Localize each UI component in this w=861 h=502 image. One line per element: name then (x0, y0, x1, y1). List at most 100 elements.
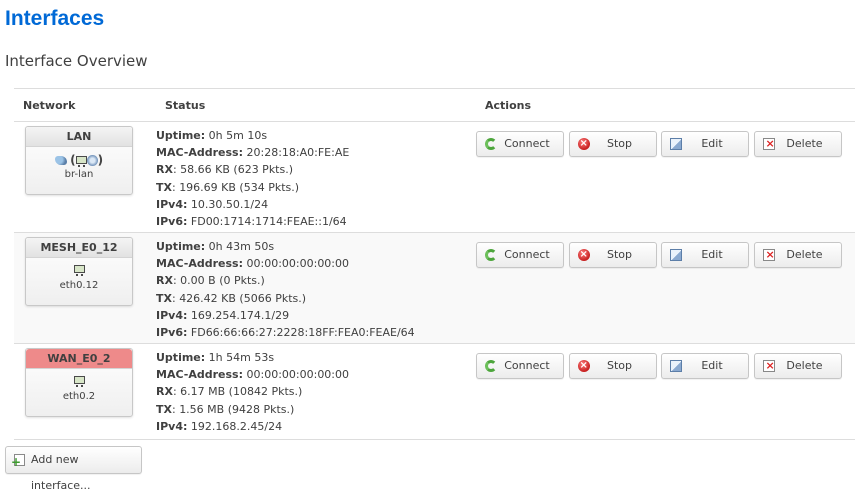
stop-label: Stop (606, 359, 632, 372)
ipv6-label: IPv6: (156, 215, 188, 229)
edit-label: Edit (701, 137, 723, 150)
ipv4-label: IPv4: (156, 419, 188, 433)
wifi-icon (86, 154, 98, 166)
stop-button[interactable]: Stop (568, 242, 657, 268)
network-device: eth0.2 (62, 391, 96, 402)
mac-line: MAC-Address: 00:00:00:00:00:00 (156, 366, 476, 383)
edit-button[interactable]: Edit (661, 242, 749, 268)
tx-line: TX: 426.42 KB (5066 Pkts.) (156, 291, 307, 305)
ethernet-icon (73, 376, 85, 387)
network-cell: WAN_E0_2 eth0.2 (14, 343, 156, 440)
ipv4-line: IPv4: 192.168.2.45/24 (156, 418, 476, 435)
status-cell: Uptime: 1h 54m 53s MAC-Address: 00:00:00… (156, 343, 476, 440)
edit-icon (670, 138, 682, 150)
network-icons (26, 258, 132, 280)
rx-value: 58.66 KB (623 Pkts.) (180, 163, 294, 177)
delete-button[interactable]: Delete (753, 353, 842, 379)
network-box-wan: WAN_E0_2 eth0.2 (25, 348, 133, 417)
interfaces-table: Network Status Actions LAN () br-lan Upt… (14, 88, 855, 440)
mac-label: MAC-Address: (156, 146, 243, 160)
tx-label: TX (156, 180, 172, 194)
uptime-label: Uptime: (156, 351, 206, 364)
delete-button[interactable]: Delete (753, 131, 842, 157)
delete-icon (762, 138, 775, 150)
connect-label: Connect (504, 248, 550, 261)
network-device: eth0.12 (59, 280, 99, 291)
mac-value: 00:00:00:00:00:00 (246, 368, 350, 382)
delete-label: Delete (786, 137, 823, 150)
stop-button[interactable]: Stop (568, 131, 657, 157)
rx-line: RX: 58.66 KB (623 Pkts.) (156, 163, 294, 177)
connect-label: Connect (504, 359, 550, 372)
uptime-line: Uptime: 0h 5m 10s (156, 127, 476, 144)
network-icons: () (26, 147, 132, 169)
add-icon (11, 449, 25, 475)
mac-label: MAC-Address: (156, 257, 243, 271)
ipv4-line: IPv4: 169.254.174.1/29 (156, 307, 476, 324)
tx-label: TX (156, 291, 172, 305)
rx-value: 6.17 MB (10842 Pkts.) (180, 385, 303, 399)
ipv4-value: 169.254.174.1/29 (190, 308, 290, 322)
actions-cell: Connect Stop Edit Delete (476, 121, 855, 233)
stop-icon (577, 249, 590, 261)
ipv4-label: IPv4: (156, 308, 188, 322)
uptime-line: Uptime: 1h 54m 53s (156, 349, 476, 366)
refresh-icon (485, 360, 497, 372)
network-cell: LAN () br-lan (14, 121, 156, 233)
network-box-mesh: MESH_E0_12 eth0.12 (25, 237, 133, 306)
delete-icon (762, 360, 775, 372)
network-name: MESH_E0_12 (26, 238, 132, 258)
add-new-interface-button[interactable]: Add new interface... (5, 446, 142, 492)
table-row: WAN_E0_2 eth0.2 Uptime: 1h 54m 53s MAC-A… (14, 343, 855, 440)
network-cell: MESH_E0_12 eth0.12 (14, 232, 156, 344)
rx-label: RX (156, 163, 173, 177)
refresh-icon (485, 249, 497, 261)
status-cell: Uptime: 0h 43m 50s MAC-Address: 00:00:00… (156, 232, 476, 344)
rx-label: RX (156, 385, 173, 399)
mac-line: MAC-Address: 20:28:18:A0:FE:AE (156, 144, 476, 161)
edit-icon (670, 249, 682, 261)
ipv4-value: 192.168.2.45/24 (190, 419, 283, 433)
stop-icon (577, 360, 590, 372)
uptime-label: Uptime: (156, 129, 206, 142)
header-actions: Actions (476, 88, 855, 122)
edit-label: Edit (701, 359, 723, 372)
tx-value: 1.56 MB (9428 Pkts.) (179, 402, 295, 416)
tx-label: TX (156, 402, 172, 416)
network-icons (26, 369, 132, 391)
uptime-value: 0h 43m 50s (208, 240, 275, 253)
rx-line: RX: 6.17 MB (10842 Pkts.) (156, 385, 303, 399)
rx-value: 0.00 B (0 Pkts.) (180, 274, 265, 288)
header-network: Network (14, 88, 156, 122)
stop-button[interactable]: Stop (568, 353, 657, 379)
uptime-value: 1h 54m 53s (208, 351, 275, 364)
ipv6-line: IPv6: FD66:66:66:27:2228:18FF:FEA0:FEAE/… (156, 324, 476, 341)
bridge-icon (54, 155, 67, 165)
actions-cell: Connect Stop Edit Delete (476, 232, 855, 344)
edit-button[interactable]: Edit (661, 131, 749, 157)
delete-button[interactable]: Delete (753, 242, 842, 268)
stop-label: Stop (606, 248, 632, 261)
ipv6-value: FD00:1714:1714:FEAE::1/64 (190, 215, 347, 229)
uptime-value: 0h 5m 10s (208, 129, 268, 142)
ethernet-icon (73, 265, 85, 276)
ipv4-value: 10.30.50.1/24 (190, 197, 269, 211)
network-name: LAN (26, 127, 132, 147)
edit-button[interactable]: Edit (661, 353, 749, 379)
ipv6-label: IPv6: (156, 326, 188, 340)
uptime-line: Uptime: 0h 43m 50s (156, 238, 476, 255)
ipv4-label: IPv4: (156, 197, 188, 211)
tx-value: 196.69 KB (534 Pkts.) (179, 180, 300, 194)
tx-line: TX: 196.69 KB (534 Pkts.) (156, 180, 300, 194)
connect-button[interactable]: Connect (476, 131, 564, 157)
table-header-row: Network Status Actions (14, 88, 855, 122)
stop-label: Stop (606, 137, 632, 150)
connect-button[interactable]: Connect (476, 242, 564, 268)
connect-button[interactable]: Connect (476, 353, 564, 379)
delete-label: Delete (786, 359, 823, 372)
mac-label: MAC-Address: (156, 368, 243, 382)
section-title: Interface Overview (5, 52, 148, 70)
mac-line: MAC-Address: 00:00:00:00:00:00 (156, 255, 476, 272)
mac-value: 20:28:18:A0:FE:AE (246, 146, 350, 160)
ipv6-line: IPv6: FD00:1714:1714:FEAE::1/64 (156, 213, 476, 230)
